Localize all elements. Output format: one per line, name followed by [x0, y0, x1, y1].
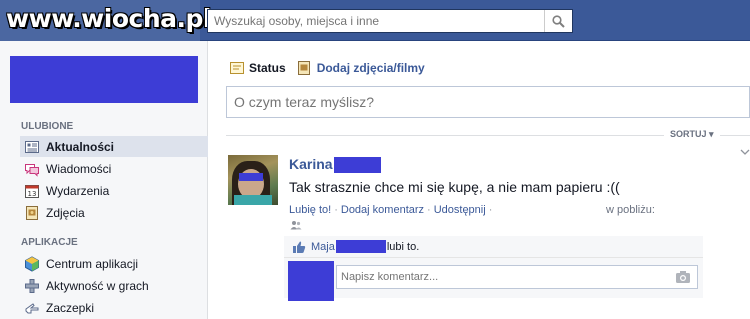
- sidebar-item-news-feed[interactable]: Aktualności: [20, 136, 208, 157]
- author-surname-censor: [333, 157, 381, 174]
- composer-box: [226, 86, 750, 118]
- sidebar-item-app-center[interactable]: Centrum aplikacji: [20, 253, 208, 274]
- comment-composer: [284, 258, 703, 301]
- photos-icon: [24, 205, 40, 221]
- post-text: Tak strasznie chce mi się kupę, a nie ma…: [289, 179, 620, 195]
- sidebar-item-label: Wiadomości: [46, 161, 112, 176]
- sidebar-item-label: Wydarzenia: [46, 183, 110, 198]
- post-author[interactable]: Karina: [289, 156, 381, 174]
- tab-add-photo-label: Dodaj zdjęcia/filmy: [316, 61, 425, 75]
- tab-status-label: Status: [249, 61, 286, 75]
- camera-icon[interactable]: [675, 270, 691, 284]
- post-feedback: Maja lubi to.: [284, 236, 703, 301]
- photo-icon: [297, 61, 310, 75]
- sidebar-item-label: Centrum aplikacji: [46, 256, 139, 271]
- messages-icon: [24, 161, 40, 177]
- thumbs-up-icon: [293, 241, 306, 253]
- like-summary: Maja lubi to.: [284, 236, 703, 258]
- sidebar-item-label: Aktualności: [46, 139, 115, 154]
- post-author-name: Karina: [289, 156, 333, 172]
- tab-status[interactable]: Status: [229, 60, 286, 76]
- sidebar-item-messages[interactable]: Wiadomości: [20, 158, 208, 179]
- search-input[interactable]: [208, 10, 544, 32]
- calendar-icon: 13: [24, 183, 40, 199]
- tab-add-photo[interactable]: Dodaj zdjęcia/filmy: [296, 60, 425, 76]
- comment-input[interactable]: [337, 266, 667, 288]
- sidebar-item-photos[interactable]: Zdjęcia: [20, 202, 208, 223]
- liker-surname-censor: [335, 240, 386, 253]
- sidebar-item-label: Aktywność w grach: [46, 278, 149, 293]
- search-button[interactable]: [544, 10, 572, 32]
- sidebar-item-label: Zdjęcia: [46, 205, 85, 220]
- share-link[interactable]: Udostępnij: [434, 204, 486, 216]
- status-icon: [230, 62, 244, 74]
- profile-link-censored[interactable]: [10, 56, 198, 103]
- status-input[interactable]: [227, 87, 749, 117]
- post-actions: Lubię to! · Dodaj komentarz · Udostępnij ·: [289, 204, 493, 216]
- svg-text:13: 13: [28, 190, 37, 198]
- apps-title: APLIKACJE: [21, 237, 78, 248]
- like-link[interactable]: Lubię to!: [289, 204, 331, 216]
- app-center-icon: [24, 255, 40, 272]
- audience-icon: [290, 221, 302, 230]
- search-icon: [552, 14, 565, 28]
- games-activity-icon: [24, 278, 40, 294]
- avatar-shirt: [234, 195, 272, 205]
- chevron-down-icon: [740, 149, 750, 155]
- liker-name[interactable]: Maja: [311, 241, 335, 253]
- search-bar: [207, 9, 573, 33]
- comment-link[interactable]: Dodaj komentarz: [341, 204, 424, 216]
- sidebar-item-pokes[interactable]: Zaczepki: [20, 297, 208, 318]
- sidebar-item-games-activity[interactable]: Aktywność w grach: [20, 275, 208, 296]
- sidebar-item-events[interactable]: 13 Wydarzenia: [20, 180, 208, 201]
- favorites-title: ULUBIONE: [21, 121, 74, 132]
- post-location: w pobliżu:: [606, 204, 655, 216]
- avatar-censor-bar: [239, 173, 263, 181]
- watermark: www.wiocha.pl: [6, 4, 211, 33]
- sort-button[interactable]: SORTUJ ▾: [664, 129, 720, 140]
- commenter-avatar-censored: [288, 261, 334, 301]
- comment-box: [336, 265, 698, 289]
- pokes-icon: [24, 300, 40, 316]
- sidebar-item-label: Zaczepki: [46, 300, 95, 315]
- like-summary-text: lubi to.: [386, 240, 420, 253]
- post-author-avatar[interactable]: [228, 155, 278, 205]
- composer-tabs: Status Dodaj zdjęcia/filmy: [229, 60, 435, 76]
- news-feed-icon: [24, 139, 40, 155]
- top-bar: www.wiocha.pl: [0, 0, 750, 41]
